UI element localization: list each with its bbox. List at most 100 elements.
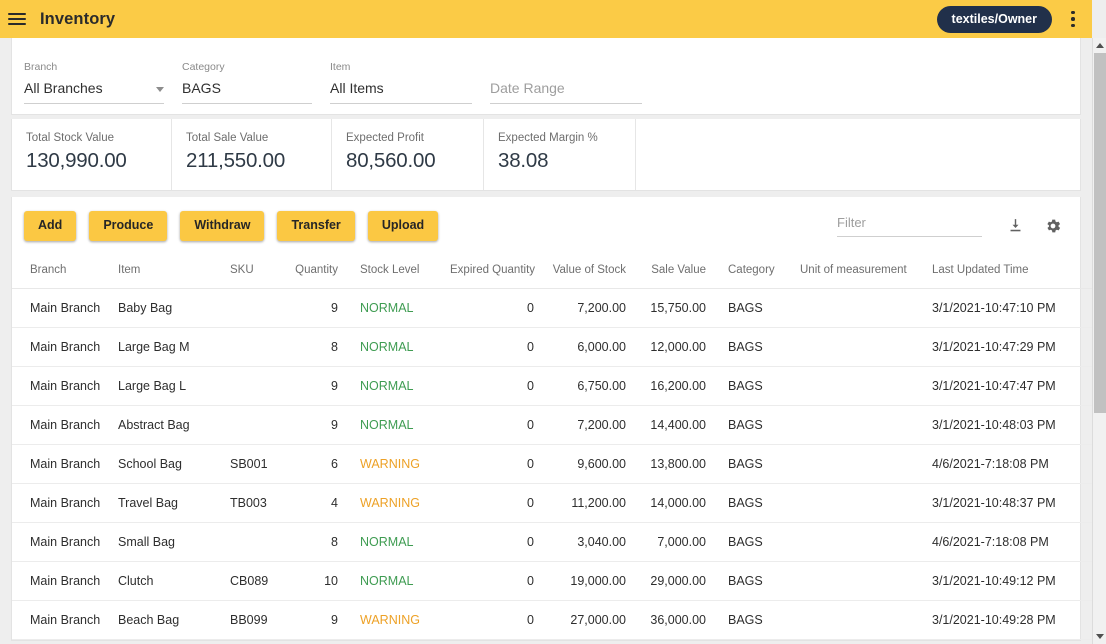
cell-sale-value: 36,000.00 [634,600,714,640]
user-account-badge[interactable]: textiles/Owner [936,5,1052,33]
transfer-button[interactable]: Transfer [277,211,355,241]
summary-card: Total Stock Value 130,990.00 Total Sale … [11,119,1081,191]
produce-button[interactable]: Produce [89,211,168,241]
table-row[interactable]: Main Branch Small Bag 8 NORMAL 0 3,040.00 7,00… [12,522,1092,562]
cell-last-updated: 3/1/2021-10:48:03 PM [918,405,1092,445]
stock-level-badge: NORMAL [360,339,414,354]
cell-quantity: 9 [284,600,346,640]
kpi-value: 211,550.00 [186,149,286,172]
column-header-quantity[interactable]: Quantity [284,253,346,289]
cell-expired-quantity: 0 [442,405,542,445]
scrollbar-thumb[interactable] [1094,53,1106,413]
cell-expired-quantity: 0 [442,561,542,601]
cell-sale-value: 16,200.00 [634,366,714,406]
table-row[interactable]: Main Branch School Bag SB001 6 WARNING 0 9,600… [12,444,1092,484]
cell-item: Clutch [110,561,222,601]
filter-input[interactable]: Filter [837,215,982,237]
cell-uom [786,483,918,523]
cell-item: Large Bag L [110,366,222,406]
page-scroll-region: Branch All Branches Category BAGS Item A… [0,38,1092,644]
table-row[interactable]: Main Branch Large Bag M 8 NORMAL 0 6,000.00 12… [12,327,1092,367]
add-button[interactable]: Add [24,211,77,241]
hamburger-icon[interactable] [6,8,28,30]
filter-row: Branch All Branches Category BAGS Item A… [12,38,1080,114]
branch-filter-value: All Branches [24,80,103,97]
kpi-strip: Total Stock Value 130,990.00 Total Sale … [12,119,1080,190]
cell-item: Large Bag M [110,327,222,367]
download-icon[interactable] [1004,215,1026,237]
column-header-last-updated[interactable]: Last Updated Time [918,253,1092,289]
date-range-value-wrap[interactable]: Date Range [490,80,642,104]
hamburger-line [8,13,26,15]
cell-category: BAGS [714,405,786,445]
cell-stock-level: NORMAL [346,405,442,445]
cell-sku: SB001 [222,444,284,484]
item-filter-value-wrap[interactable]: All Items [330,80,472,104]
column-header-expired-quantity[interactable]: Expired Quantity [442,253,542,289]
item-filter[interactable]: Item All Items [330,61,472,104]
column-header-value-of-stock[interactable]: Value of Stock [542,253,634,289]
cell-last-updated: 4/6/2021-7:18:08 PM [918,444,1092,484]
cell-item: Travel Bag [110,483,222,523]
stock-level-badge: NORMAL [360,300,414,315]
upload-button[interactable]: Upload [367,211,439,241]
stock-level-badge: NORMAL [360,534,414,549]
cell-sku [222,366,284,406]
column-header-item[interactable]: Item [110,253,222,289]
table-row[interactable]: Main Branch Clutch CB089 10 NORMAL 0 19,000.00… [12,561,1092,601]
cell-uom [786,561,918,601]
column-header-uom[interactable]: Unit of measurement [786,253,918,289]
cell-sku: BB099 [222,600,284,640]
cell-item: Baby Bag [110,288,222,328]
category-filter[interactable]: Category BAGS [182,61,312,104]
table-row[interactable]: Main Branch Abstract Bag 9 NORMAL 0 7,200.00 1… [12,405,1092,445]
cell-last-updated: 3/1/2021-10:47:47 PM [918,366,1092,406]
kpi-label: Total Stock Value [26,132,115,144]
hamburger-line [8,23,26,25]
scroll-up-arrow-icon[interactable] [1093,38,1106,53]
cell-branch: Main Branch [12,405,110,445]
column-header-category[interactable]: Category [714,253,786,289]
cell-last-updated: 3/1/2021-10:47:10 PM [918,288,1092,328]
column-header-branch[interactable]: Branch [12,253,110,289]
table-row[interactable]: Main Branch Baby Bag 9 NORMAL 0 7,200.00 15,75… [12,288,1092,328]
cell-uom [786,600,918,640]
vertical-scrollbar[interactable] [1092,38,1106,644]
table-row[interactable]: Main Branch Travel Bag TB003 4 WARNING 0 11,20… [12,483,1092,523]
stock-level-badge: WARNING [360,456,420,471]
cell-category: BAGS [714,600,786,640]
kpi-label: Expected Profit [346,132,424,144]
cell-uom [786,327,918,367]
cell-stock-level: NORMAL [346,522,442,562]
column-header-stock-level[interactable]: Stock Level [346,253,442,289]
scroll-down-arrow-icon[interactable] [1093,629,1106,644]
stock-level-badge: WARNING [360,612,420,627]
cell-sale-value: 12,000.00 [634,327,714,367]
gear-icon[interactable] [1042,215,1064,237]
date-range-filter[interactable]: Date Range [490,72,642,104]
branch-filter-value-wrap[interactable]: All Branches [24,80,164,104]
cell-sku [222,405,284,445]
withdraw-button[interactable]: Withdraw [180,211,265,241]
cell-branch: Main Branch [12,366,110,406]
vertical-dots-icon[interactable] [1062,6,1084,32]
cell-stock-level: NORMAL [346,366,442,406]
category-filter-value-wrap[interactable]: BAGS [182,80,312,104]
table-head: Branch Item SKU Quantity Stock Level Exp… [12,253,1092,289]
branch-filter[interactable]: Branch All Branches [24,60,164,104]
column-header-sku[interactable]: SKU [222,253,284,289]
stock-level-badge: WARNING [360,495,420,510]
cell-value-of-stock: 7,200.00 [542,405,634,445]
kpi-value: 130,990.00 [26,149,127,172]
table-row[interactable]: Main Branch Large Bag L 9 NORMAL 0 6,750.00 16… [12,366,1092,406]
kpi-label: Total Sale Value [186,132,269,144]
cell-uom [786,522,918,562]
branch-filter-label: Branch [24,60,58,73]
column-header-sale-value[interactable]: Sale Value [634,253,714,289]
table-row[interactable]: Main Branch Beach Bag BB099 9 WARNING 0 27,000… [12,600,1092,640]
cell-expired-quantity: 0 [442,483,542,523]
cell-stock-level: WARNING [346,444,442,484]
cell-sale-value: 13,800.00 [634,444,714,484]
page-title: Inventory [40,9,116,28]
cell-last-updated: 3/1/2021-10:49:12 PM [918,561,1092,601]
